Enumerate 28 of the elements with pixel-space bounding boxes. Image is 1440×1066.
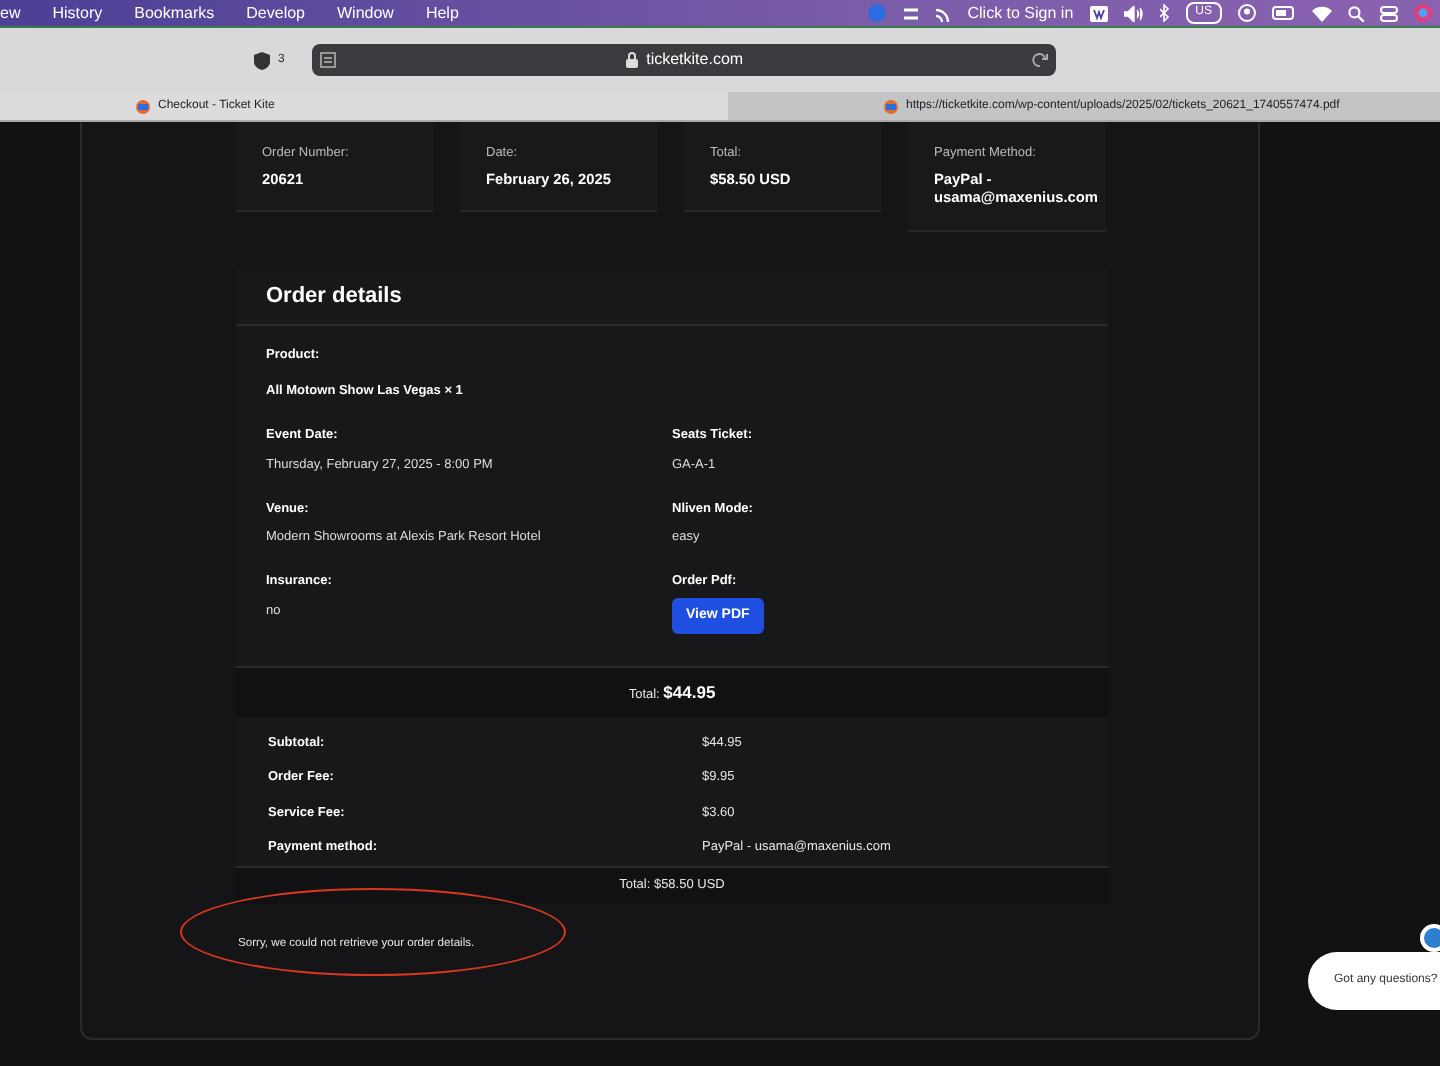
site-icon	[136, 99, 150, 113]
reload-icon[interactable]	[1032, 52, 1049, 68]
page-menu-icon[interactable]	[320, 52, 337, 68]
chat-avatar[interactable]	[1420, 924, 1440, 952]
url-text: ticketkite.com	[646, 48, 744, 72]
menu-item[interactable]: Bookmarks	[134, 1, 215, 25]
menu-item[interactable]: Develop	[246, 1, 305, 25]
app-icon[interactable]	[901, 5, 920, 21]
card-title: Order details	[236, 270, 1108, 325]
wifi-icon[interactable]	[1312, 5, 1332, 21]
sign-in-label[interactable]: Click to Sign in	[967, 1, 1074, 25]
user-icon[interactable]	[1238, 4, 1256, 22]
menu-item[interactable]: ew	[0, 1, 21, 25]
total-amount: $44.95	[663, 682, 716, 703]
menu-item[interactable]: Window	[337, 1, 394, 25]
address-bar[interactable]: ticketkite.com	[312, 44, 1057, 76]
word-icon[interactable]	[1089, 5, 1108, 21]
volume-icon[interactable]	[1123, 5, 1144, 21]
cast-icon[interactable]	[935, 5, 952, 21]
control-center-icon[interactable]	[1380, 5, 1398, 21]
battery-icon[interactable]	[1272, 6, 1296, 20]
site-icon	[884, 99, 898, 113]
shield-icon[interactable]	[254, 51, 270, 69]
lock-icon	[626, 52, 639, 68]
search-icon[interactable]	[1348, 5, 1364, 21]
menu-item[interactable]: History	[52, 1, 103, 25]
bluetooth-icon[interactable]	[1159, 4, 1170, 22]
menu-item[interactable]: Help	[425, 1, 459, 25]
